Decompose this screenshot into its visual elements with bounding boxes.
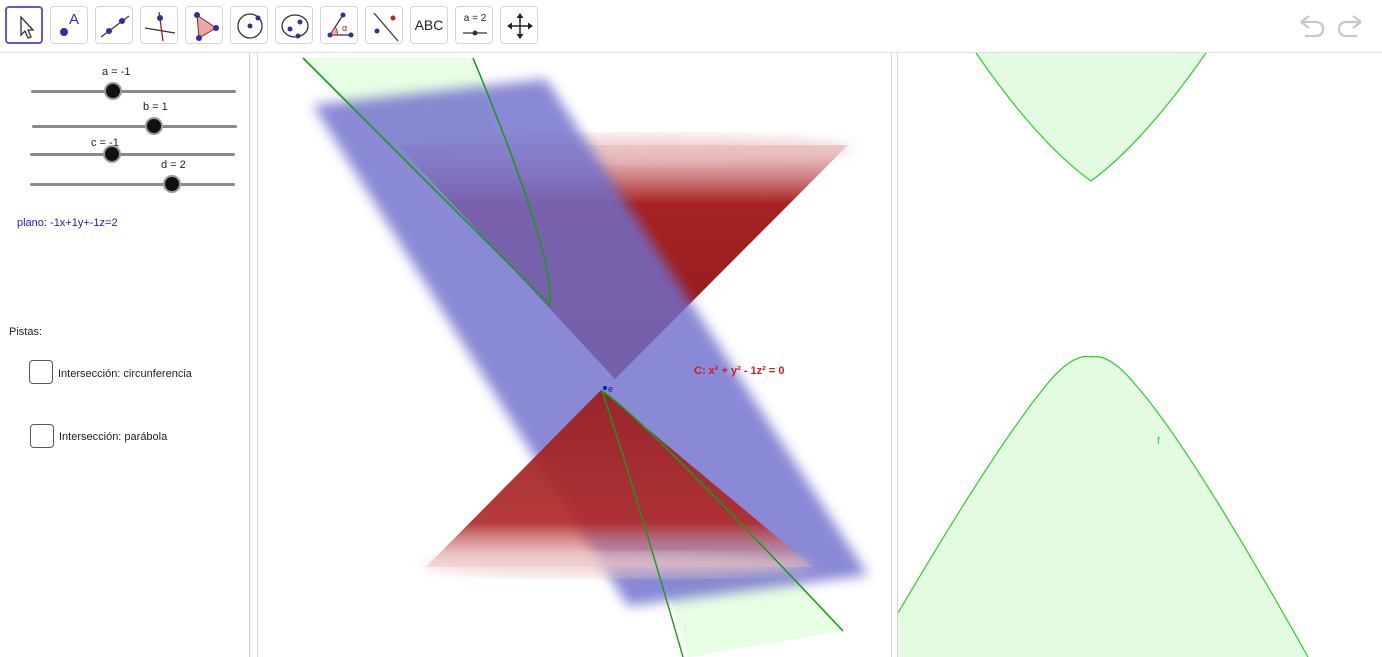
- perpendicular-tool-button[interactable]: [140, 6, 178, 44]
- hyperbola-graph: f: [898, 53, 1309, 657]
- slider-tool-button[interactable]: a = 2: [455, 6, 493, 44]
- toolbar: A α ABC a = 2: [0, 0, 1382, 53]
- text-tool-label: ABC: [414, 17, 444, 33]
- slider-b-label: b = 1: [143, 101, 168, 113]
- slider-b-track[interactable]: [32, 125, 237, 128]
- slider-b-handle[interactable]: [147, 119, 161, 133]
- lower-branch-fill: [898, 356, 1308, 657]
- perpendicular-line-icon: [144, 11, 176, 42]
- graphics-2d-view[interactable]: f: [897, 53, 1382, 657]
- angle-icon: [327, 12, 354, 38]
- circle-intersection-checkbox[interactable]: [29, 360, 53, 384]
- move-view-tool-button[interactable]: [500, 6, 538, 44]
- polygon-tool-button[interactable]: [185, 6, 223, 44]
- reflect-tool-button[interactable]: [365, 6, 403, 44]
- graphics-3d-view[interactable]: e C: x² + y² - 1z² = 0: [257, 53, 892, 657]
- plane-equation: plano: -1x+1y+-1z=2: [17, 217, 118, 229]
- text-tool-button[interactable]: ABC: [410, 6, 448, 44]
- slider-a-track[interactable]: [31, 90, 236, 93]
- curve-f-label: f: [1157, 436, 1160, 447]
- slider-icon: [463, 30, 487, 36]
- hints-title: Pistas:: [9, 326, 43, 338]
- move-arrows-icon: [507, 13, 533, 39]
- lower-cone-rim: [423, 553, 813, 577]
- algebra-panel: a = -1 b = 1 c = -1 d = 2 plano: -1x+1y+…: [0, 53, 250, 657]
- angle-tool-button[interactable]: α: [320, 6, 358, 44]
- reflect-icon: [373, 12, 399, 42]
- slider-c-handle[interactable]: [105, 147, 119, 161]
- slider-d-track[interactable]: [30, 183, 235, 186]
- polygon-icon: [194, 12, 219, 41]
- line-icon: [100, 15, 130, 38]
- upper-branch-fill: [976, 53, 1206, 181]
- circle-icon: [237, 13, 263, 39]
- conic-tool-button[interactable]: [275, 6, 313, 44]
- redo-icon[interactable]: [1334, 12, 1366, 40]
- slider-d-handle[interactable]: [165, 177, 179, 191]
- circle-tool-button[interactable]: [230, 6, 268, 44]
- circle-intersection-label: Intersección: circunferencia: [58, 368, 192, 380]
- point-tool-button[interactable]: A: [50, 6, 88, 44]
- slider-c-track[interactable]: [30, 153, 235, 156]
- cone-plane-scene: e C: x² + y² - 1z² = 0: [302, 57, 868, 657]
- ellipse-icon: [281, 14, 309, 39]
- line-tool-button[interactable]: [95, 6, 133, 44]
- point-letter: A: [69, 11, 80, 28]
- angle-alpha: α: [342, 23, 348, 33]
- parabola-intersection-label: Intersección: parábola: [59, 431, 168, 443]
- slider-a-handle[interactable]: [106, 84, 120, 98]
- undo-icon[interactable]: [1296, 12, 1328, 40]
- move-tool-button[interactable]: [5, 6, 43, 44]
- parabola-intersection-checkbox[interactable]: [30, 424, 54, 448]
- apex-point-label: e: [608, 384, 613, 394]
- cone-equation-label: C: x² + y² - 1z² = 0: [694, 365, 784, 377]
- slider-d-label: d = 2: [161, 159, 186, 171]
- apex-point[interactable]: [603, 386, 607, 390]
- slider-a-label: a = -1: [102, 66, 131, 78]
- cursor-arrow-icon: [20, 15, 35, 39]
